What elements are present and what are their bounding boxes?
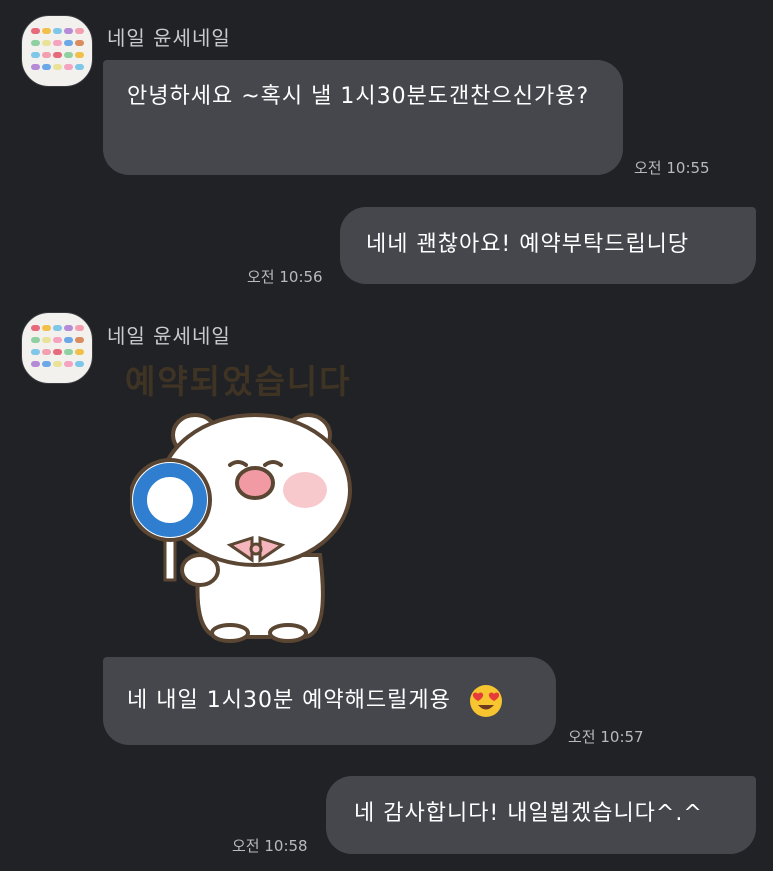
heart-eyes-emoji-icon xyxy=(469,685,502,717)
message-text: 안녕하세요 ~혹시 낼 1시30분도갠찬으신가용? xyxy=(127,84,590,109)
message-time: 오전 10:58 xyxy=(232,837,308,855)
sticker-caption: 예약되었습니다 xyxy=(125,362,352,401)
sender-name: 네일 윤세네일 xyxy=(107,26,231,50)
message-time: 오전 10:57 xyxy=(568,728,644,746)
bear-sticker-icon[interactable] xyxy=(130,405,355,645)
message-time: 오전 10:56 xyxy=(247,268,323,286)
message-bubble-incoming[interactable]: 안녕하세요 ~혹시 낼 1시30분도갠찬으신가용? xyxy=(103,60,623,175)
sender-name: 네일 윤세네일 xyxy=(107,324,231,348)
message-bubble-outgoing[interactable]: 네 감사합니다! 내일뵙겠습니다^.^ xyxy=(326,776,756,854)
message-bubble-incoming[interactable]: 네 내일 1시30분 예약해드릴게용 xyxy=(103,657,556,745)
sender-avatar[interactable] xyxy=(21,312,93,384)
message-text: 네 감사합니다! 내일뵙겠습니다^.^ xyxy=(354,801,703,826)
sender-avatar[interactable] xyxy=(21,15,93,87)
message-text: 네네 괜찮아요! 예약부탁드립니당 xyxy=(366,232,690,257)
message-time: 오전 10:55 xyxy=(634,159,710,177)
message-text: 네 내일 1시30분 예약해드릴게용 xyxy=(127,688,451,713)
message-bubble-outgoing[interactable]: 네네 괜찮아요! 예약부탁드립니당 xyxy=(340,207,756,284)
